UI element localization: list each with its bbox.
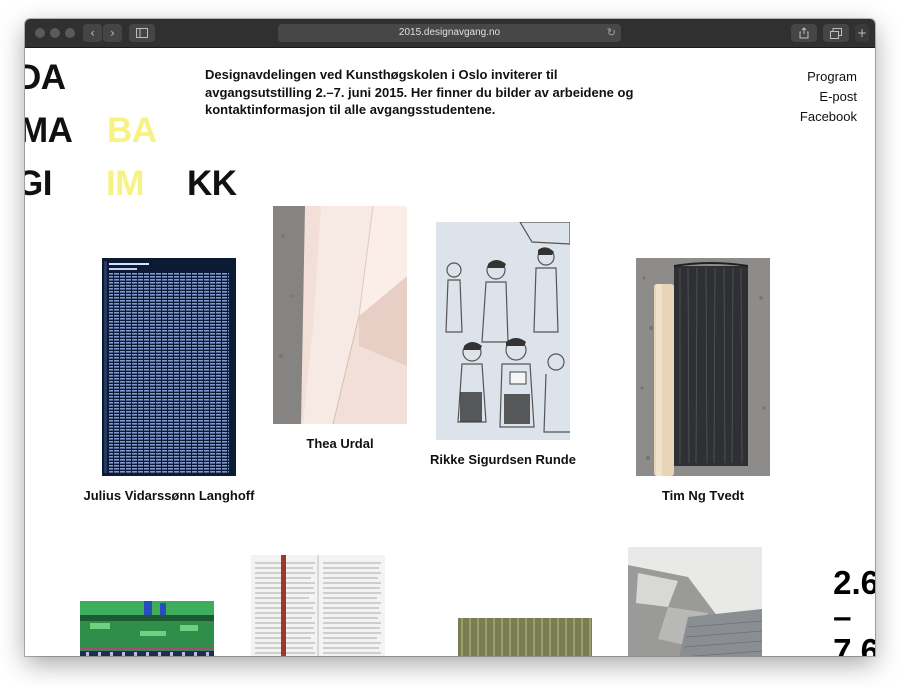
knit-textile-image[interactable] <box>458 618 592 656</box>
folded-paper-image[interactable] <box>273 206 407 424</box>
pencil-drawing-image[interactable] <box>436 222 570 440</box>
close-window-icon[interactable] <box>35 28 45 38</box>
browser-toolbar: ‹ › 2015.designavgang.no ↻ + <box>25 19 875 48</box>
student-card-row2-3[interactable] <box>458 618 592 656</box>
grid-letters-im[interactable]: IM <box>106 166 144 201</box>
student-card-row2-2[interactable] <box>251 555 385 656</box>
code-screen-image[interactable] <box>102 258 236 476</box>
nav-program-link[interactable]: Program <box>800 67 857 87</box>
student-card-rikke[interactable]: Rikke Sigurdsen Runde <box>430 222 576 492</box>
grid-letters-ba[interactable]: BA <box>107 113 157 148</box>
reload-icon[interactable]: ↻ <box>607 24 616 42</box>
date-start: 2.6 <box>833 564 875 601</box>
url-text: 2015.designavgang.no <box>398 27 501 38</box>
date-end: 7.6 <box>833 632 875 657</box>
exhibition-dates: 2.6 – 7.6 <box>833 564 875 657</box>
forward-arrow-icon[interactable]: › <box>103 24 122 42</box>
student-name-rikke[interactable]: Rikke Sigurdsen Runde <box>416 451 590 469</box>
student-name-julius[interactable]: Julius Vidarssønn Langhoff <box>82 487 256 505</box>
browser-window: ‹ › 2015.designavgang.no ↻ + DA MA BA GI… <box>25 19 875 656</box>
newspaper-image[interactable] <box>251 555 385 656</box>
grid-letters-ma[interactable]: MA <box>25 113 73 148</box>
student-name-thea[interactable]: Thea Urdal <box>253 435 427 453</box>
top-nav: Program E-post Facebook <box>800 67 857 127</box>
back-arrow-icon[interactable]: ‹ <box>83 24 102 42</box>
student-card-row2-4[interactable] <box>628 547 762 656</box>
student-card-row2-1[interactable] <box>80 601 214 656</box>
grid-letters-kk[interactable]: KK <box>187 166 237 201</box>
zoom-window-icon[interactable] <box>65 28 75 38</box>
minimize-window-icon[interactable] <box>50 28 60 38</box>
brush-image[interactable] <box>636 258 770 476</box>
intro-text: Designavdelingen ved Kunsthøgskolen i Os… <box>205 67 634 117</box>
date-dash: – <box>833 598 852 635</box>
sidebar-toggle-icon[interactable] <box>129 24 155 42</box>
grid-letters-gi[interactable]: GI <box>25 166 52 201</box>
tabs-overview-icon[interactable] <box>823 24 849 42</box>
grid-letters-da[interactable]: DA <box>25 60 66 95</box>
address-bar[interactable]: 2015.designavgang.no ↻ <box>278 24 621 42</box>
student-card-julius[interactable]: Julius Vidarssønn Langhoff <box>84 258 254 528</box>
student-name-tim[interactable]: Tim Ng Tvedt <box>616 487 790 505</box>
student-card-thea[interactable]: Thea Urdal <box>273 206 407 476</box>
nav-facebook-link[interactable]: Facebook <box>800 107 857 127</box>
landscape-illustration-image[interactable] <box>80 601 214 656</box>
foil-fabric-image[interactable] <box>628 547 762 656</box>
nav-email-link[interactable]: E-post <box>800 87 857 107</box>
student-card-tim[interactable]: Tim Ng Tvedt <box>636 258 770 528</box>
page-content: DA MA BA GI IM KK Designavdelingen ved K… <box>25 48 875 656</box>
share-icon[interactable] <box>791 24 817 42</box>
new-tab-icon[interactable]: + <box>855 24 869 42</box>
